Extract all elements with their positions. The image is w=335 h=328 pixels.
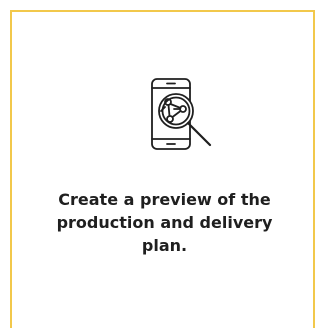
card-description: Create a preview of the production and d… — [56, 190, 273, 255]
feature-card: Create a preview of the production and d… — [10, 10, 315, 328]
phone-magnifier-workflow-icon — [130, 69, 230, 169]
